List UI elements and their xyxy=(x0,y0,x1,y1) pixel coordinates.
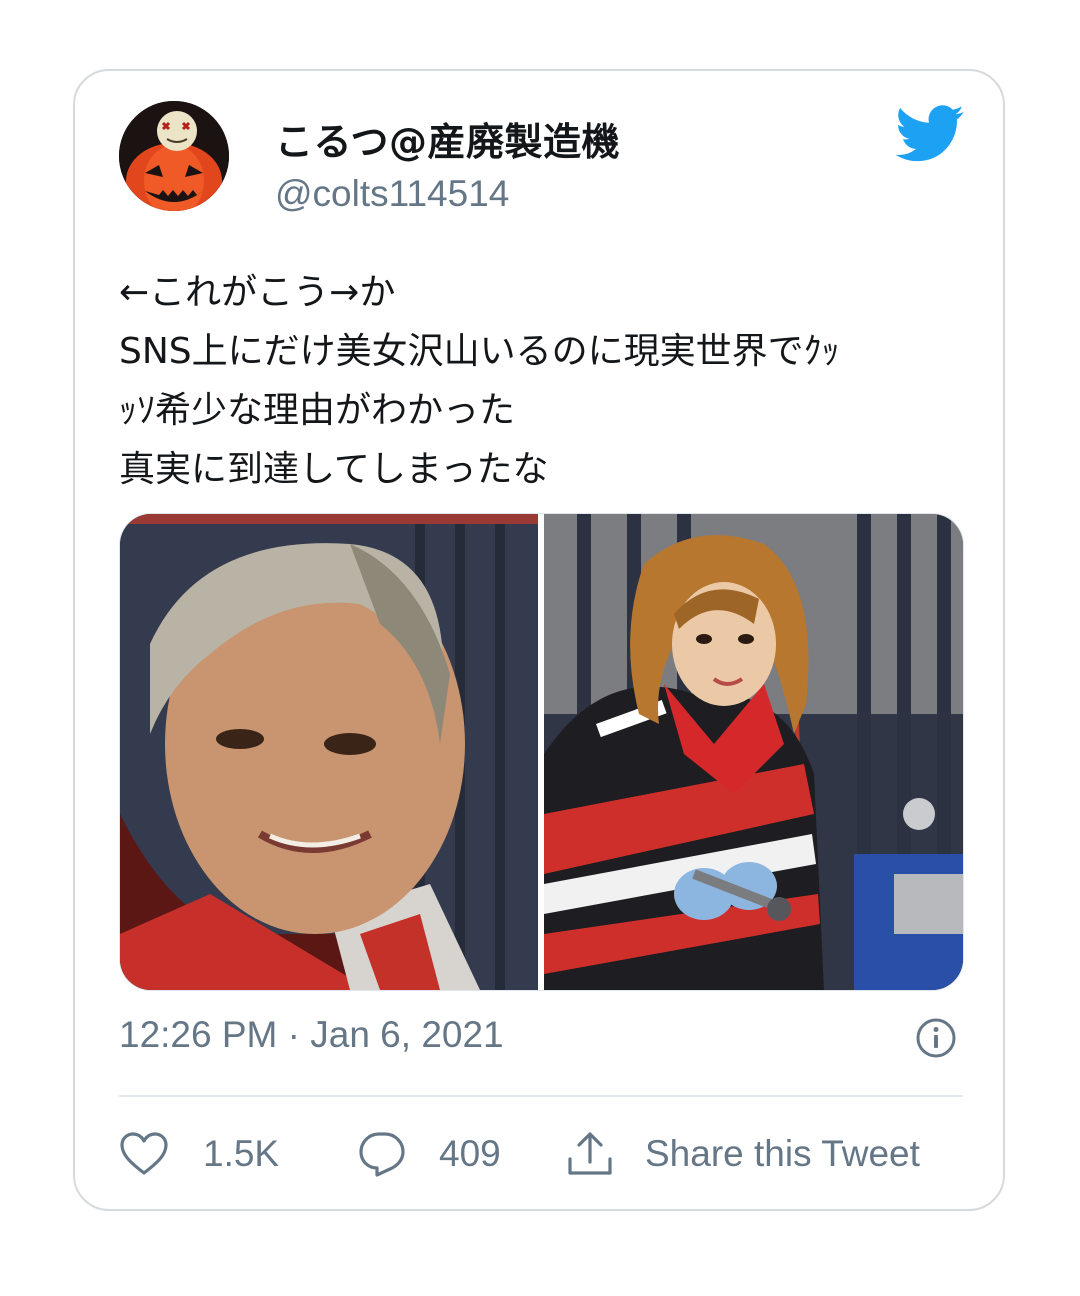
tweet-actions: 1.5K 409 Share this Tweet xyxy=(119,1129,963,1179)
photo-woman-mechanic xyxy=(544,514,963,990)
tweet-timestamp[interactable]: 12:26 PM · Jan 6, 2021 xyxy=(119,1014,504,1056)
tweet-text-line: 真実に到達してしまったな xyxy=(119,449,549,490)
tweet-text-line: ←これがこう→か xyxy=(119,272,396,313)
media-grid xyxy=(119,513,964,991)
share-upload-icon xyxy=(568,1132,612,1175)
avatar[interactable] xyxy=(119,101,229,211)
heart-icon xyxy=(120,1132,168,1175)
reply-count: 409 xyxy=(439,1133,501,1174)
tweet-text: ←これがこう→か SNS上にだけ美女沢山いるのに現実世界でｸｯ ｯｿ希少な理由が… xyxy=(119,263,969,499)
reply-bubble-icon xyxy=(359,1132,405,1177)
photo-man-selfie xyxy=(120,514,538,990)
like-button[interactable]: 1.5K xyxy=(119,1129,279,1179)
share-label: Share this Tweet xyxy=(645,1133,920,1174)
divider xyxy=(119,1095,963,1097)
display-name[interactable]: こるつ@産廃製造機 xyxy=(275,111,620,166)
tweet-card[interactable]: こるつ@産廃製造機 @colts114514 ←これがこう→か SNS上にだけ美… xyxy=(73,69,1005,1211)
tweet-text-line: SNS上にだけ美女沢山いるのに現実世界でｸｯ xyxy=(119,331,840,372)
like-count: 1.5K xyxy=(203,1133,280,1174)
reply-button[interactable]: 409 xyxy=(357,1129,501,1179)
info-icon[interactable] xyxy=(915,1017,957,1059)
user-handle[interactable]: @colts114514 xyxy=(275,173,509,215)
share-button[interactable]: Share this Tweet xyxy=(565,1129,920,1179)
twitter-bird-icon[interactable] xyxy=(895,105,965,163)
photo-2[interactable] xyxy=(544,514,963,990)
tweet-text-line: ｯｿ希少な理由がわかった xyxy=(119,390,516,431)
photo-1[interactable] xyxy=(120,514,538,990)
avatar-pumpkin-image xyxy=(119,101,229,211)
